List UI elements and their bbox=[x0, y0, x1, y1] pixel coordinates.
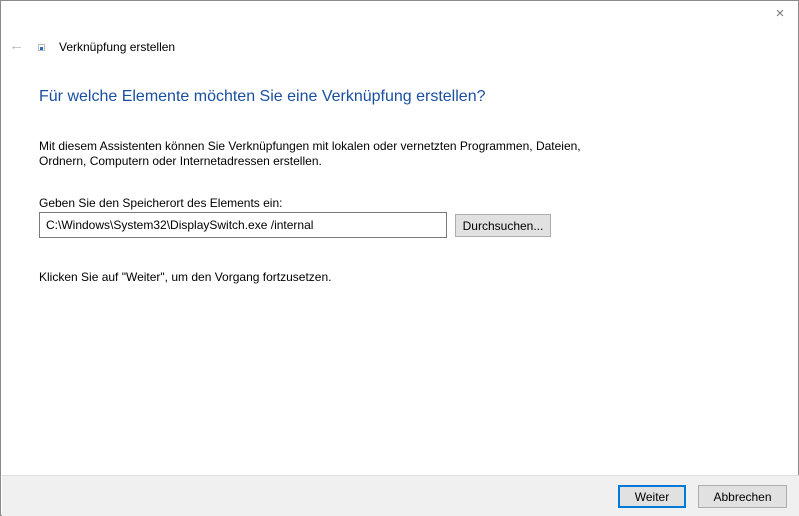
location-label: Geben Sie den Speicherort des Elements e… bbox=[39, 196, 283, 210]
shortcut-icon bbox=[38, 44, 45, 51]
next-button[interactable]: Weiter bbox=[618, 485, 686, 508]
back-arrow-icon[interactable]: ← bbox=[9, 37, 24, 54]
shortcut-wizard-window: × ← Verknüpfung erstellen Für welche Ele… bbox=[0, 0, 799, 516]
browse-button[interactable]: Durchsuchen... bbox=[455, 214, 551, 237]
close-icon[interactable]: × bbox=[772, 6, 788, 22]
hint-text: Klicken Sie auf "Weiter", um den Vorgang… bbox=[39, 270, 332, 284]
page-heading: Für welche Elemente möchten Sie eine Ver… bbox=[39, 88, 486, 105]
cancel-button[interactable]: Abbrechen bbox=[698, 485, 787, 508]
location-input[interactable] bbox=[39, 212, 447, 238]
description-text: Mit diesem Assistenten können Sie Verknü… bbox=[39, 139, 581, 168]
window-title: Verknüpfung erstellen bbox=[59, 40, 176, 54]
